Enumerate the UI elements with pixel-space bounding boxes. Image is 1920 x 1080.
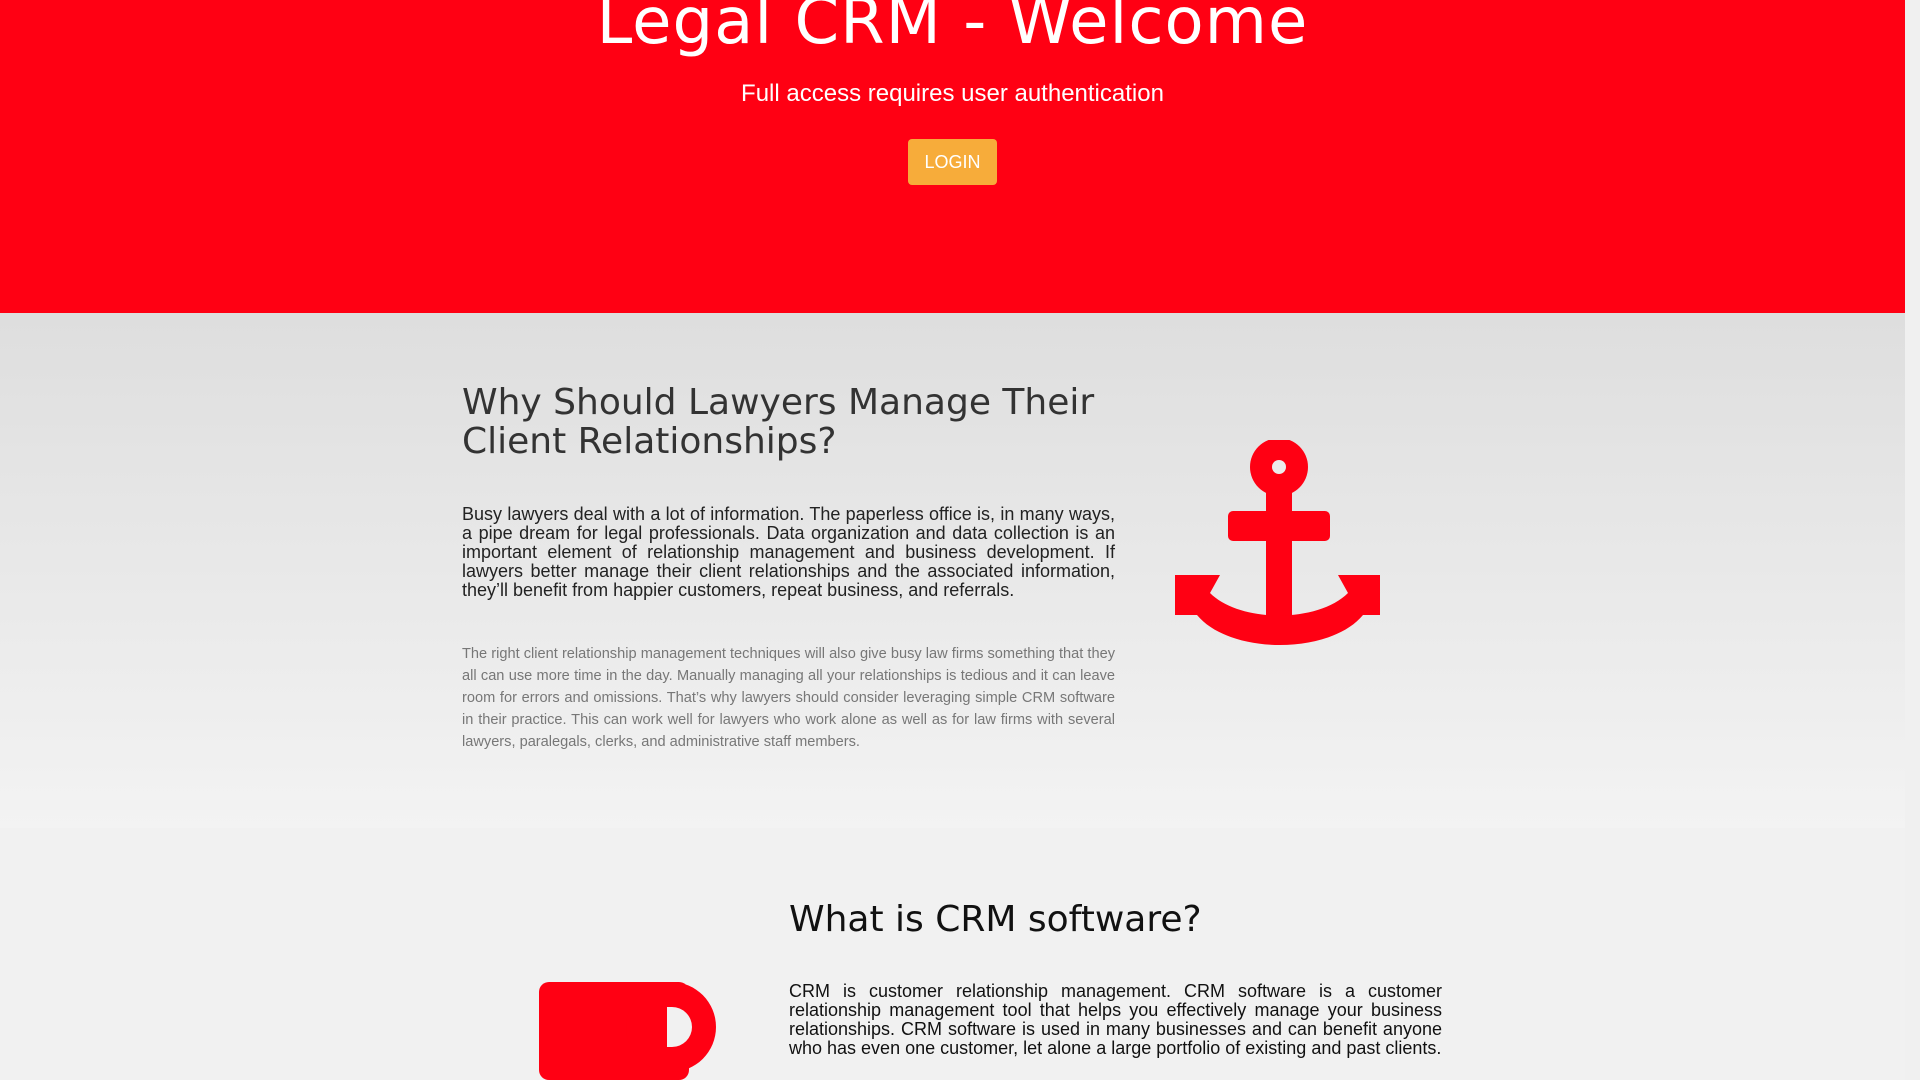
hero-banner: Legal CRM - Welcome Full access requires… [0, 0, 1905, 313]
login-button[interactable]: LOGIN [908, 139, 997, 185]
why-section: Why Should Lawyers Manage Their Client R… [0, 313, 1905, 828]
why-section-lead: Busy lawyers deal with a lot of informat… [462, 504, 1115, 600]
landing-page: Legal CRM - Welcome Full access requires… [0, 0, 1905, 1080]
why-section-body: The right client relationship management… [462, 646, 1115, 750]
crm-section-title: What is CRM software? [789, 899, 1202, 940]
why-section-title: Why Should Lawyers Manage Their Client R… [462, 382, 1095, 462]
crm-section: What is CRM software? CRM is customer re… [0, 828, 1905, 1080]
anchor-icon [1175, 440, 1380, 645]
hero-subtitle: Full access requires user authentication [741, 80, 1164, 107]
mug-icon [539, 982, 716, 1080]
page-title: Legal CRM - Welcome [596, 0, 1309, 59]
crm-section-lead: CRM is customer relationship management.… [789, 981, 1442, 1058]
